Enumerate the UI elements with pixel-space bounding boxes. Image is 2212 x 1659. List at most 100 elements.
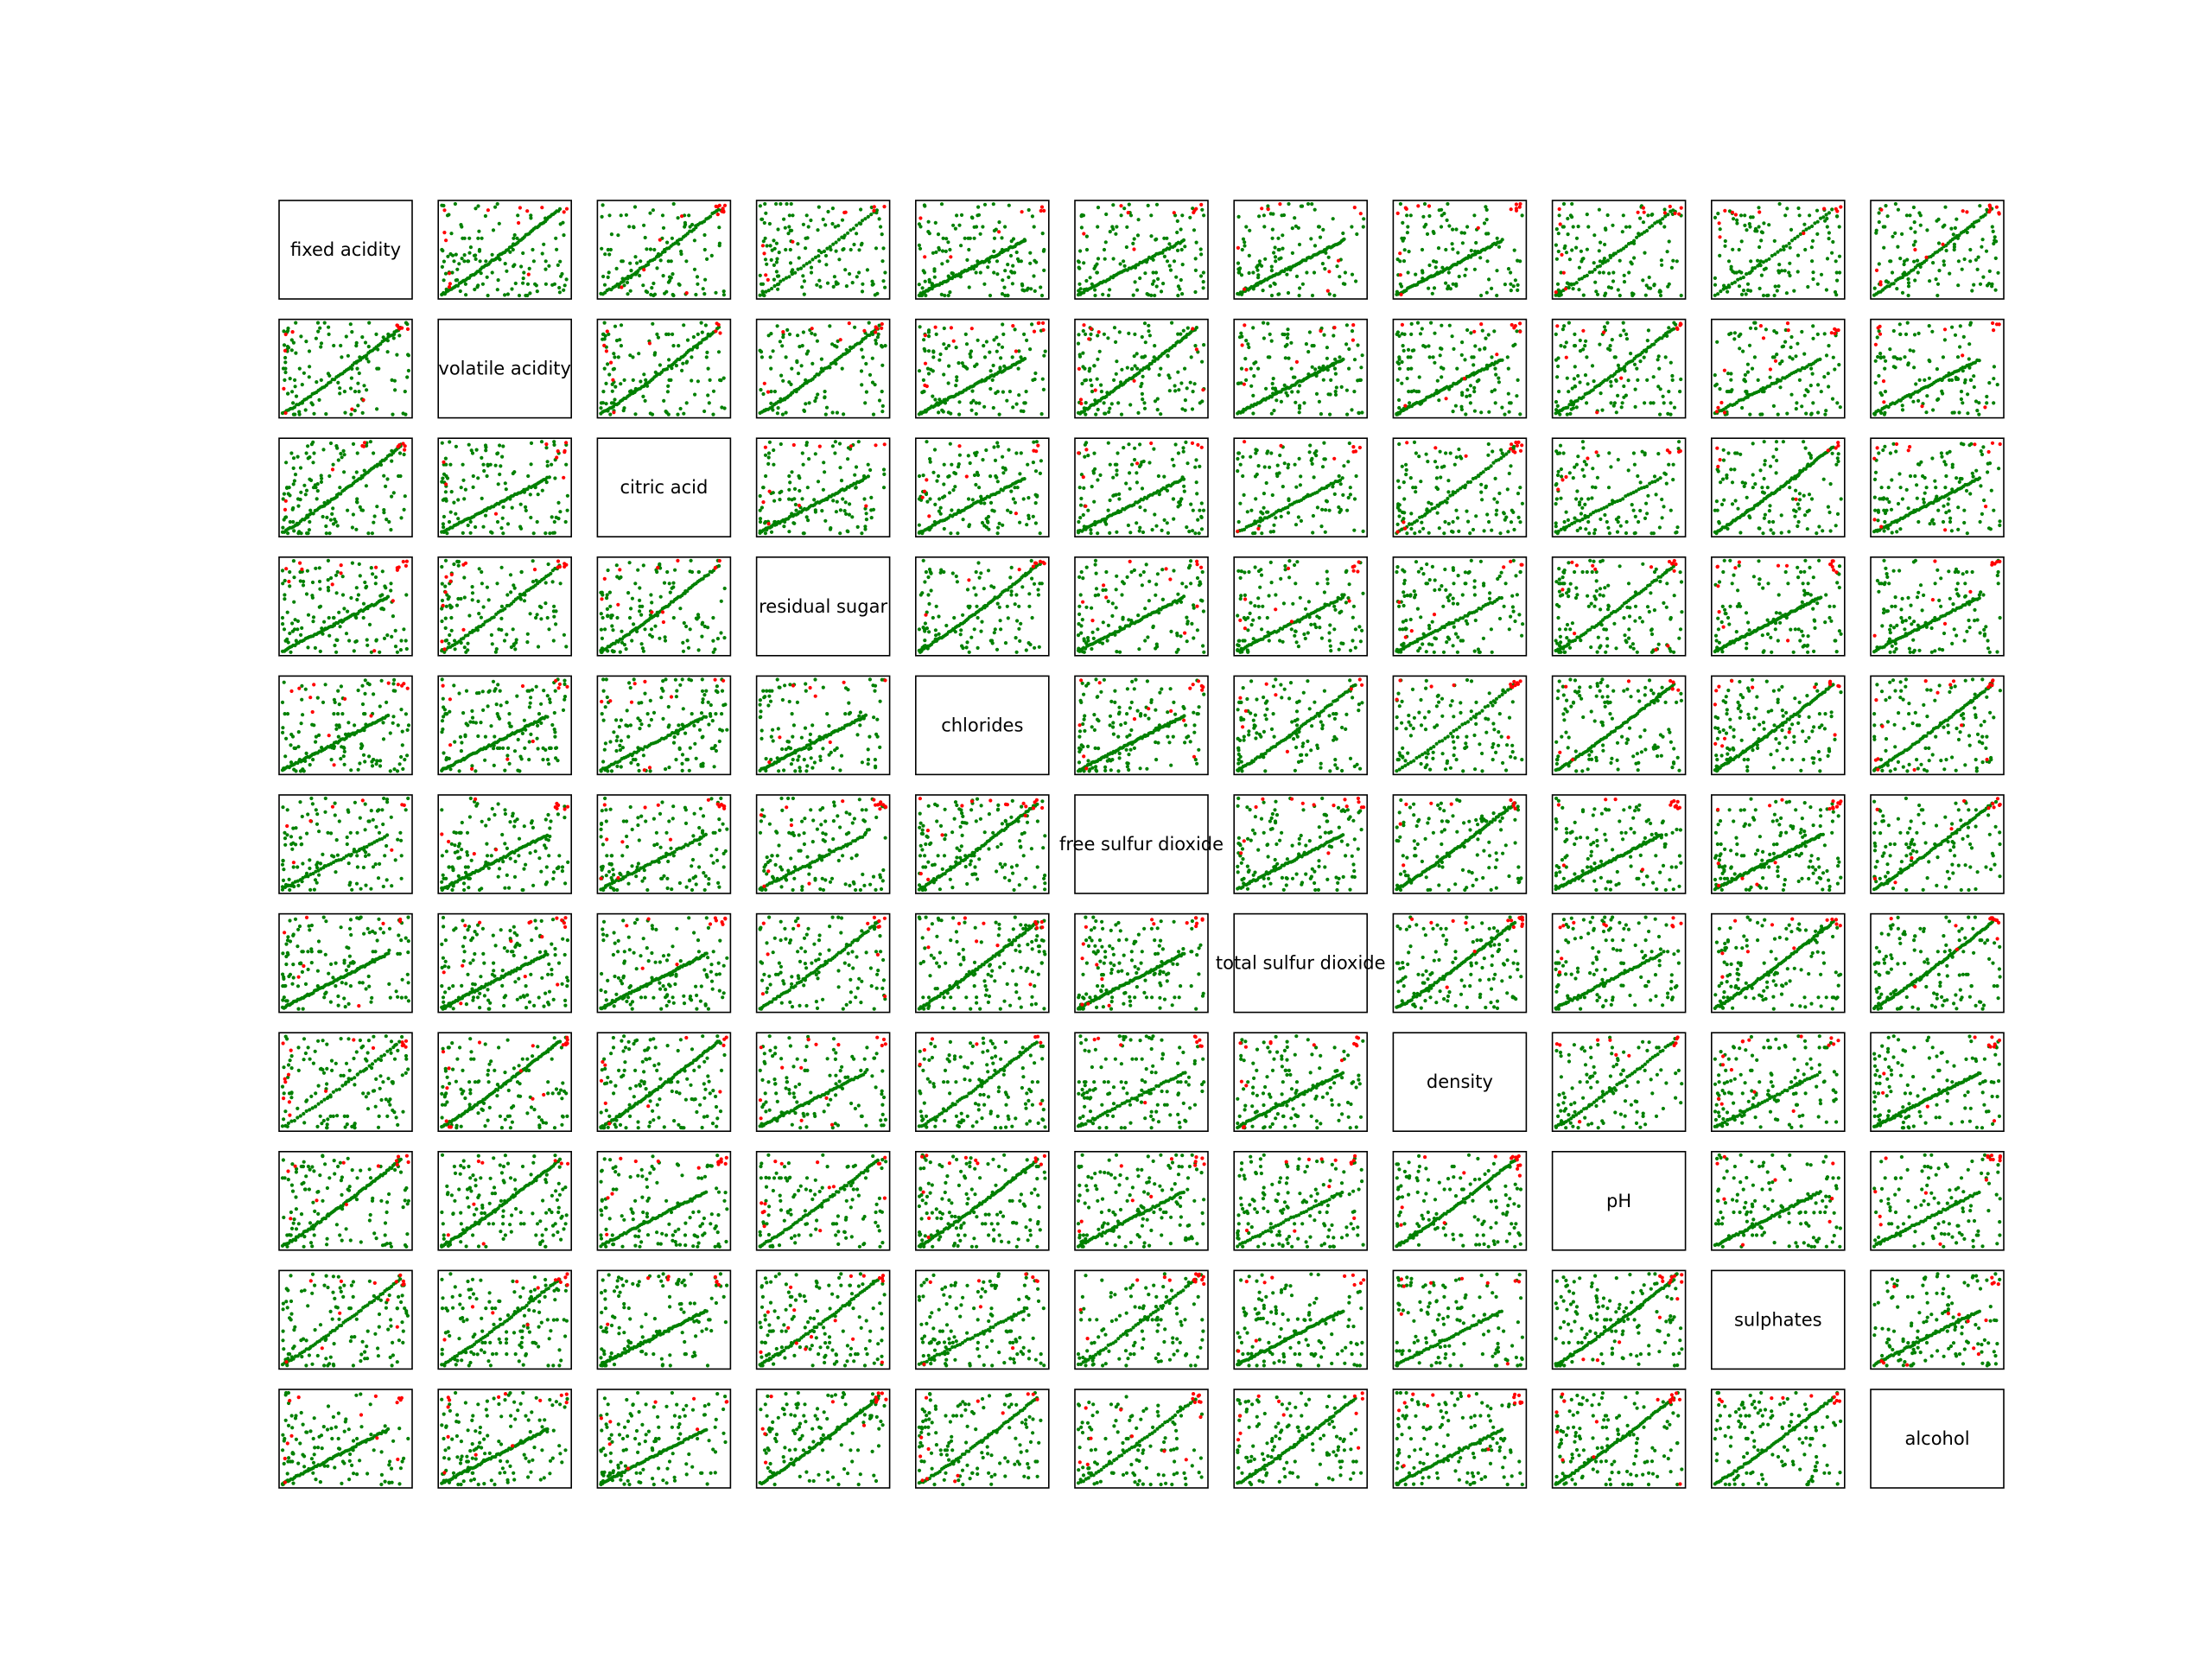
data-point	[701, 287, 705, 291]
data-point	[1334, 385, 1338, 390]
data-point	[708, 333, 713, 337]
data-point	[299, 334, 303, 339]
data-point	[1076, 259, 1081, 264]
data-point	[1150, 528, 1154, 532]
data-point	[1463, 273, 1467, 277]
data-point	[381, 335, 385, 340]
data-point	[1084, 278, 1089, 283]
data-point	[562, 233, 566, 238]
data-point	[1672, 405, 1677, 410]
data-point	[291, 412, 296, 416]
data-point	[1194, 240, 1198, 245]
data-point	[1274, 398, 1279, 403]
data-point	[690, 378, 694, 383]
data-point	[1115, 530, 1119, 534]
data-point	[1469, 331, 1473, 335]
data-point	[790, 512, 794, 516]
outlier-point	[1716, 405, 1720, 410]
outlier-point	[1920, 404, 1924, 409]
data-point	[1573, 344, 1577, 348]
data-point	[1302, 401, 1306, 405]
data-point	[772, 519, 778, 524]
data-point	[702, 247, 707, 252]
data-point	[1090, 282, 1094, 286]
data-point	[782, 524, 786, 529]
data-point	[758, 529, 762, 533]
data-point	[1179, 497, 1184, 501]
data-point	[666, 412, 671, 416]
data-point	[941, 236, 945, 240]
data-point	[1042, 268, 1046, 272]
data-point	[1236, 261, 1241, 265]
data-point	[1679, 377, 1683, 382]
data-point	[1567, 257, 1572, 262]
data-point	[1017, 259, 1021, 264]
data-point	[516, 213, 520, 218]
data-point	[1891, 328, 1896, 334]
data-point	[776, 406, 780, 410]
data-point	[1775, 289, 1779, 293]
data-point	[786, 232, 791, 236]
outlier-point	[611, 378, 615, 382]
data-point	[834, 280, 838, 284]
data-point	[988, 386, 993, 391]
data-point	[1742, 378, 1746, 382]
data-point	[787, 530, 791, 534]
outlier-point	[283, 348, 288, 353]
data-point	[762, 220, 766, 226]
outlier-point	[525, 209, 530, 213]
data-point	[1247, 253, 1251, 257]
data-point	[548, 531, 552, 536]
data-point	[1990, 284, 1994, 289]
data-point	[1953, 226, 1957, 230]
data-point	[324, 524, 328, 529]
data-point	[1452, 346, 1456, 351]
data-point	[1624, 337, 1630, 341]
data-point	[763, 201, 767, 207]
data-point	[1579, 249, 1583, 253]
data-point	[1082, 288, 1087, 292]
data-point	[1480, 328, 1484, 333]
data-point	[1241, 237, 1246, 241]
data-point	[475, 285, 480, 289]
data-point	[1758, 262, 1762, 266]
data-point	[1167, 389, 1172, 393]
data-point	[477, 229, 481, 233]
data-point	[1031, 461, 1035, 465]
data-point	[1470, 355, 1474, 359]
data-point	[1837, 363, 1841, 367]
data-point	[1268, 332, 1272, 336]
data-point	[1671, 258, 1675, 263]
data-point	[881, 279, 886, 283]
data-point	[1931, 408, 1936, 412]
outlier-point	[1079, 401, 1084, 406]
data-point	[1137, 464, 1142, 469]
data-point	[955, 213, 959, 218]
outlier-point	[1243, 323, 1247, 327]
data-point	[1468, 393, 1472, 397]
data-point	[841, 497, 845, 501]
data-point	[1745, 370, 1750, 374]
data-point	[1033, 371, 1038, 376]
data-point	[1586, 382, 1590, 386]
outlier-point	[282, 386, 286, 391]
data-point	[1135, 521, 1139, 525]
data-point	[293, 385, 297, 389]
data-point	[1444, 247, 1448, 252]
data-point	[717, 244, 721, 248]
data-point	[1749, 259, 1753, 264]
data-point	[1643, 401, 1647, 405]
data-point	[860, 289, 865, 294]
data-point	[1764, 327, 1768, 332]
data-point	[1297, 261, 1301, 265]
data-point	[607, 270, 611, 275]
data-point	[870, 279, 874, 283]
outlier-point	[764, 273, 768, 277]
data-point	[291, 466, 296, 471]
data-point	[1809, 366, 1814, 371]
data-point	[1556, 232, 1560, 236]
outlier-point	[964, 474, 969, 479]
data-point	[1603, 242, 1607, 247]
data-point	[933, 220, 938, 225]
data-point	[871, 412, 876, 416]
